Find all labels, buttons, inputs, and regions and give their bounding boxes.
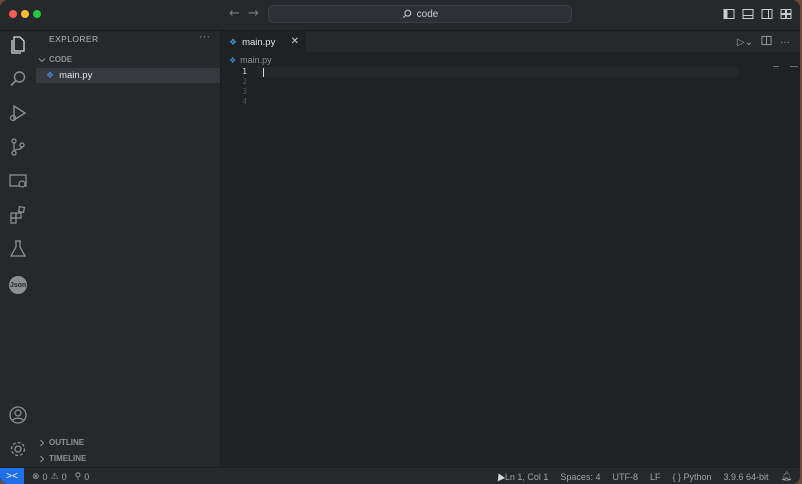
language-label: Python <box>683 471 712 482</box>
timeline-section[interactable]: TIMELINE <box>38 454 86 463</box>
text-cursor <box>263 68 264 77</box>
run-debug-icon[interactable] <box>6 101 30 125</box>
chevron-down-icon <box>38 57 46 62</box>
python-file-icon: ❖ <box>46 70 55 80</box>
remote-icon: >< <box>6 471 18 482</box>
close-tab-icon[interactable]: ✕ <box>291 36 299 47</box>
line-number-gutter: 1 2 3 4 <box>235 67 247 107</box>
testing-icon[interactable] <box>6 237 30 261</box>
indentation-status[interactable]: Spaces: 4 <box>560 472 600 482</box>
customize-layout-icon[interactable] <box>780 7 792 19</box>
notifications-bell-icon[interactable]: 🔔︎ <box>781 471 792 482</box>
eol-status[interactable]: LF <box>650 472 661 482</box>
source-control-icon[interactable] <box>6 135 30 159</box>
status-bar: >< ⊗ 0 ⚠ 0 ⚲ 0 Ln 1, Col 1 Spaces: 4 UTF-8 … <box>0 467 800 484</box>
interpreter-status[interactable]: 3.9.6 64-bit <box>724 472 769 482</box>
timeline-label: TIMELINE <box>49 454 87 463</box>
encoding-status[interactable]: UTF-8 <box>612 472 638 482</box>
overview-ruler-mark <box>773 66 779 67</box>
editor-more-actions-button[interactable]: ··· <box>780 37 790 48</box>
search-icon[interactable] <box>6 67 30 91</box>
extensions-icon[interactable] <box>6 203 30 227</box>
run-python-file-button[interactable]: ▷⌄ <box>737 37 753 48</box>
scrollbar-mark[interactable] <box>790 66 798 67</box>
minimize-window-button[interactable] <box>21 10 29 18</box>
vscode-window: ← → code Json EXPLORER ··· CODE ❖ main.p… <box>0 0 800 484</box>
account-icon[interactable] <box>6 403 30 427</box>
braces-icon: { } <box>672 471 681 482</box>
line-number: 3 <box>242 87 247 96</box>
forward-arrow-icon[interactable]: → <box>248 6 259 21</box>
language-mode-status[interactable]: { } Python <box>672 472 711 482</box>
zoom-window-button[interactable] <box>33 10 41 18</box>
problems-status[interactable]: ⊗ 0 ⚠ 0 <box>32 471 67 482</box>
tab-label: main.py <box>242 37 276 48</box>
cursor-position-status[interactable]: Ln 1, Col 1 <box>505 472 549 482</box>
error-icon: ⊗ <box>32 471 40 481</box>
ports-status[interactable]: ⚲ 0 <box>75 471 90 482</box>
sidebar-title: EXPLORER <box>49 34 99 44</box>
command-center-search[interactable]: code <box>268 5 572 23</box>
outline-label: OUTLINE <box>49 438 85 447</box>
explorer-files-icon[interactable] <box>6 33 30 57</box>
activity-bar: Json <box>0 31 36 467</box>
manage-gear-icon[interactable] <box>6 437 30 461</box>
json-badge-label: Json <box>9 276 27 294</box>
python-file-icon: ❖ <box>229 55 237 65</box>
tab-main-py[interactable]: ❖ main.py ✕ <box>221 31 306 53</box>
remote-explorer-icon[interactable] <box>6 169 30 193</box>
search-icon <box>402 9 411 19</box>
outline-section[interactable]: OUTLINE <box>38 438 84 447</box>
python-file-icon: ❖ <box>229 37 238 47</box>
remote-indicator-button[interactable]: >< <box>0 468 24 484</box>
sidebar-more-actions-button[interactable]: ··· <box>199 31 210 43</box>
folder-label: CODE <box>49 55 73 64</box>
line-number: 1 <box>242 67 247 76</box>
breadcrumb[interactable]: ❖ main.py <box>229 55 272 65</box>
chevron-right-icon <box>40 455 45 462</box>
code-editor[interactable]: ❖ main.py 1 2 3 4 <box>221 52 800 467</box>
editor-tab-bar: ❖ main.py ✕ ▷⌄ ··· <box>221 31 800 53</box>
toggle-secondary-sidebar-icon[interactable] <box>761 7 773 19</box>
command-center-label: code <box>416 8 439 20</box>
json-extension-icon[interactable]: Json <box>6 273 30 297</box>
ports-count: 0 <box>84 471 90 482</box>
broadcast-icon: ⚲ <box>74 471 82 481</box>
split-editor-icon[interactable] <box>761 35 772 49</box>
breadcrumb-file: main.py <box>240 55 272 65</box>
file-name: main.py <box>59 70 93 81</box>
warning-icon: ⚠ <box>50 471 59 481</box>
close-window-button[interactable] <box>9 10 17 18</box>
chevron-right-icon <box>40 439 45 446</box>
line-number: 4 <box>242 97 247 106</box>
back-arrow-icon[interactable]: ← <box>229 6 240 21</box>
file-item-main-py[interactable]: ❖ main.py <box>36 68 220 83</box>
toggle-primary-sidebar-icon[interactable] <box>723 7 735 19</box>
title-bar: ← → code <box>0 0 800 31</box>
explorer-sidebar: EXPLORER ··· CODE ❖ main.py OUTLINE TIME… <box>36 31 221 467</box>
warning-count: 0 <box>61 471 67 482</box>
error-count: 0 <box>42 471 48 482</box>
line-number: 2 <box>242 77 247 86</box>
folder-section-code[interactable]: CODE <box>38 55 72 64</box>
current-line-highlight <box>257 67 738 77</box>
toggle-panel-icon[interactable] <box>742 7 754 19</box>
